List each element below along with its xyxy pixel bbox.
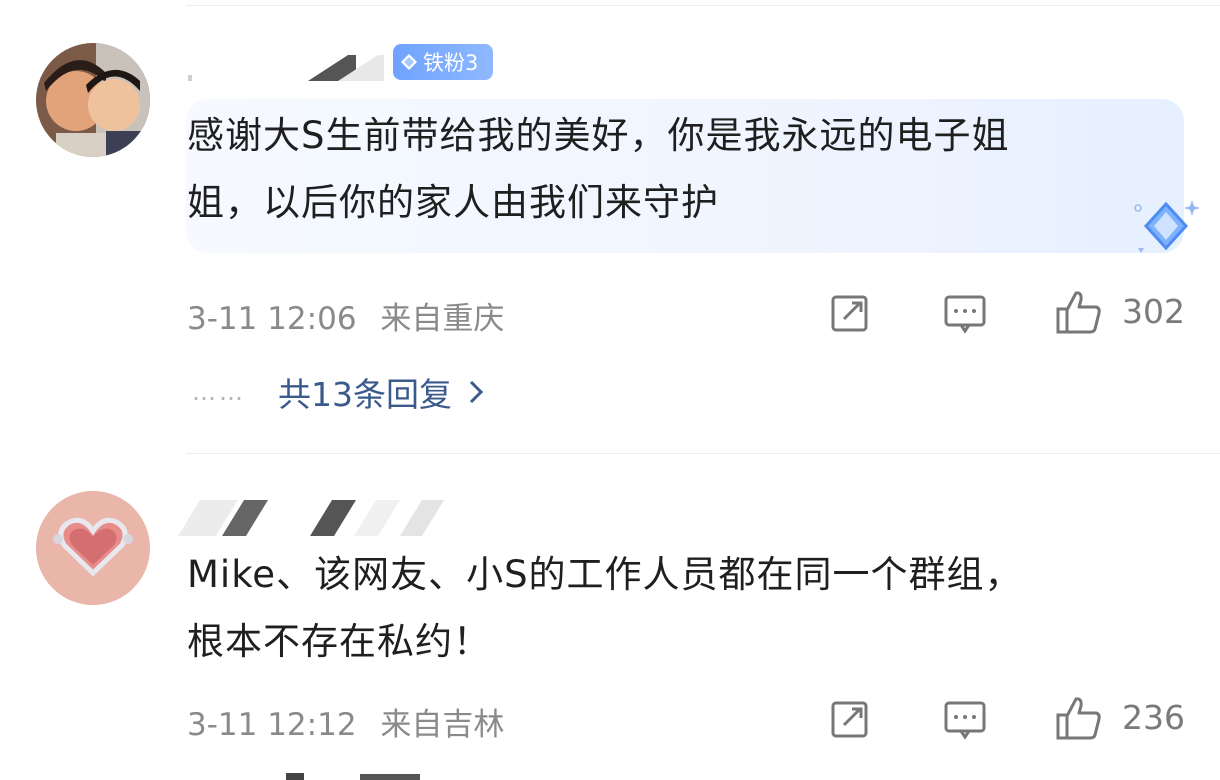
comment-text[interactable]: 感谢大S生前带给我的美好，你是我永远的电子姐 姐，以后你的家人由我们来守护 xyxy=(187,102,1010,236)
view-replies-link[interactable]: …… 共13条回复 xyxy=(192,368,484,416)
avatar[interactable] xyxy=(36,43,150,157)
comment-text-line: 感谢大S生前带给我的美好，你是我永远的电子姐 xyxy=(187,114,1010,157)
comment-time: 3-11 12:06 xyxy=(187,301,357,337)
replies-dots: …… xyxy=(192,378,246,406)
diamond-icon xyxy=(401,54,417,70)
comment-meta: 3-11 12:12 来自吉林 xyxy=(187,699,504,744)
fan-badge[interactable]: 铁粉3 xyxy=(393,44,493,80)
comment-location: 来自吉林 xyxy=(380,707,505,743)
comment-icon[interactable] xyxy=(944,294,986,334)
next-username-partial xyxy=(286,773,420,780)
username-masked[interactable] xyxy=(178,496,448,536)
comment-location: 来自重庆 xyxy=(380,301,505,337)
thumbs-up-icon[interactable] xyxy=(1054,695,1102,741)
replies-label: 共13条回复 xyxy=(278,375,452,414)
username-masked[interactable] xyxy=(188,48,388,88)
repost-icon[interactable] xyxy=(830,292,872,334)
thumbs-up-icon[interactable] xyxy=(1054,289,1102,335)
comment-time: 3-11 12:12 xyxy=(187,707,357,743)
comment-divider xyxy=(186,453,1220,454)
comment-meta: 3-11 12:06 来自重庆 xyxy=(187,293,504,338)
comment-text-line: 根本不存在私约！ xyxy=(187,620,491,663)
comment-text[interactable]: Mike、该网友、小S的工作人员都在同一个群组， 根本不存在私约！ xyxy=(187,541,1023,675)
avatar[interactable] xyxy=(36,491,150,605)
comment-text-line: 姐，以后你的家人由我们来守护 xyxy=(187,181,719,224)
like-count: 302 xyxy=(1122,292,1185,331)
repost-icon[interactable] xyxy=(830,698,872,740)
top-divider xyxy=(186,5,1220,6)
sparkle-icon xyxy=(1134,200,1200,253)
comment-icon[interactable] xyxy=(944,700,986,740)
comment-text-line: Mike、该网友、小S的工作人员都在同一个群组， xyxy=(187,553,1023,596)
badge-label: 铁粉3 xyxy=(423,51,479,75)
chevron-right-icon xyxy=(469,380,484,404)
like-count: 236 xyxy=(1122,698,1185,737)
